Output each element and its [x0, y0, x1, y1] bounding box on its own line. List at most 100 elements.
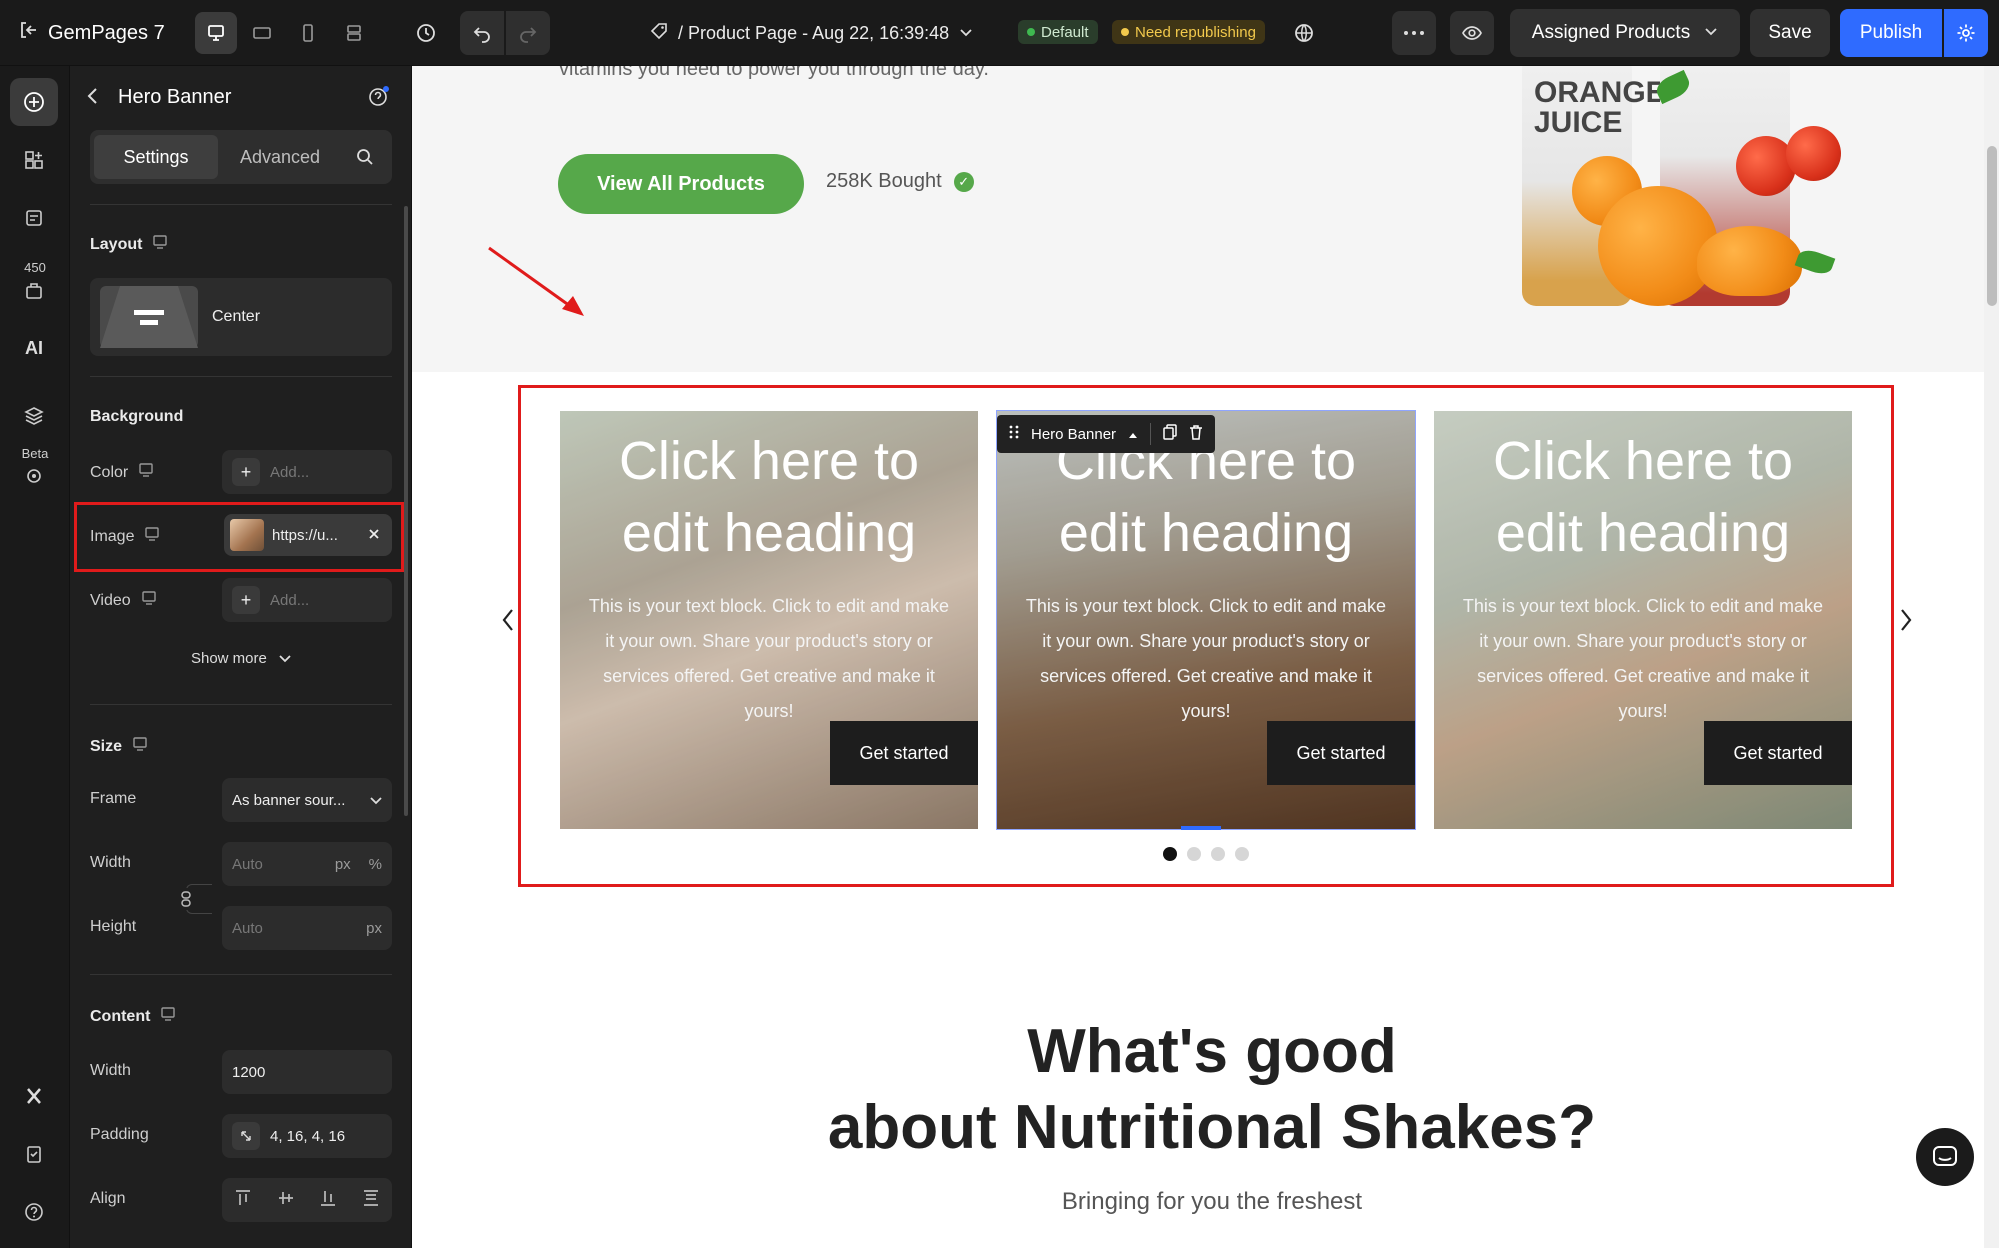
- tag-icon: [650, 22, 668, 45]
- carousel-dot[interactable]: [1187, 847, 1201, 861]
- badge-label: Need republishing: [1135, 23, 1256, 41]
- bought-label: 258K Bought: [826, 170, 942, 192]
- juice-bottle-label: ORANGE JUICE: [1534, 76, 1666, 139]
- delete-trash-icon[interactable]: [1189, 424, 1203, 444]
- tab-settings[interactable]: Settings: [94, 135, 218, 179]
- save-button[interactable]: Save: [1750, 9, 1830, 57]
- height-input[interactable]: Auto px: [222, 906, 392, 950]
- carousel-next-icon[interactable]: [1898, 606, 1914, 642]
- history-icon[interactable]: [404, 11, 448, 55]
- image-thumbnail: [230, 519, 264, 551]
- layout-selector[interactable]: Center: [90, 278, 392, 356]
- unit-px[interactable]: px: [335, 856, 351, 873]
- canvas-scrollbar[interactable]: [1984, 66, 1999, 1248]
- desktop-icon[interactable]: [195, 12, 237, 54]
- tab-advanced[interactable]: Advanced: [218, 135, 342, 179]
- unit-percent[interactable]: %: [369, 856, 382, 873]
- height-label: Height: [90, 918, 137, 935]
- search-icon[interactable]: [342, 148, 388, 166]
- tablet-landscape-icon[interactable]: [241, 12, 283, 54]
- get-started-button[interactable]: Get started: [1704, 721, 1852, 785]
- carousel-dot[interactable]: [1211, 847, 1225, 861]
- hero-banner-slide-2[interactable]: Click here to edit heading This is your …: [996, 410, 1416, 830]
- align-bottom-icon[interactable]: [319, 1189, 337, 1212]
- align-options: [222, 1178, 392, 1222]
- slide-text[interactable]: This is your text block. Click to edit a…: [1021, 589, 1391, 729]
- section-subheading[interactable]: Bringing for you the freshest: [612, 1188, 1812, 1216]
- add-element-icon[interactable]: [10, 78, 58, 126]
- caret-up-icon[interactable]: [1128, 426, 1138, 443]
- slide-heading[interactable]: Click here to edit heading: [1473, 425, 1813, 569]
- get-started-button[interactable]: Get started: [1267, 721, 1415, 785]
- page-title-selector[interactable]: / Product Page - Aug 22, 16:39:48: [650, 18, 973, 48]
- carousel-prev-icon[interactable]: [500, 606, 516, 642]
- drag-handle-icon[interactable]: [1009, 424, 1019, 444]
- x-extension-icon[interactable]: [10, 1072, 58, 1120]
- height-placeholder: Auto: [232, 919, 263, 937]
- align-middle-icon[interactable]: [277, 1189, 295, 1212]
- publish-settings-gear-icon[interactable]: [1944, 9, 1988, 57]
- device-desktop-icon: [138, 462, 154, 483]
- selection-resize-handle[interactable]: [1181, 826, 1221, 830]
- align-top-icon[interactable]: [234, 1189, 252, 1212]
- carousel-dot[interactable]: [1163, 847, 1177, 861]
- redo-icon[interactable]: [506, 11, 550, 55]
- preview-eye-icon[interactable]: [1450, 11, 1494, 55]
- carousel-dot[interactable]: [1235, 847, 1249, 861]
- video-row-label: Video: [90, 590, 157, 611]
- beta-feature-icon[interactable]: [10, 452, 58, 500]
- slide-heading[interactable]: Click here to edit heading: [599, 425, 939, 569]
- close-icon[interactable]: [368, 527, 380, 544]
- panel-scrollbar[interactable]: [404, 206, 408, 816]
- link-icon[interactable]: [176, 888, 196, 910]
- section-heading[interactable]: What's good about Nutritional Shakes?: [612, 1014, 1812, 1166]
- pages-icon[interactable]: [10, 194, 58, 242]
- sections-icon[interactable]: [10, 136, 58, 184]
- help-icon[interactable]: [10, 1188, 58, 1236]
- padding-value: 4, 16, 4, 16: [270, 1127, 346, 1145]
- layers-icon[interactable]: [10, 392, 58, 440]
- padding-label: Padding: [90, 1126, 149, 1143]
- video-add-field[interactable]: + Add...: [222, 578, 392, 622]
- image-url-field[interactable]: https://u...: [224, 514, 392, 556]
- hero-banner-slide-3[interactable]: Click here to edit heading This is your …: [1434, 411, 1852, 829]
- more-options-icon[interactable]: [1392, 11, 1436, 55]
- color-row-label: Color: [90, 462, 154, 483]
- checklist-icon[interactable]: [10, 1130, 58, 1178]
- align-stretch-icon[interactable]: [362, 1189, 380, 1212]
- brand-name: GemPages 7: [48, 21, 165, 44]
- slide-text[interactable]: This is your text block. Click to edit a…: [1458, 589, 1828, 729]
- duplicate-icon[interactable]: [1163, 424, 1177, 444]
- selected-element-name[interactable]: Hero Banner: [1031, 426, 1116, 443]
- color-add-field[interactable]: + Add...: [222, 450, 392, 494]
- color-label: Color: [90, 463, 129, 481]
- back-chevron-icon[interactable]: [86, 86, 100, 112]
- exit-editor-button[interactable]: GemPages 7: [18, 18, 165, 48]
- content-width-input[interactable]: 1200: [222, 1050, 392, 1094]
- section-heading-line-2: about Nutritional Shakes?: [827, 1093, 1597, 1162]
- assigned-products-label: Assigned Products: [1531, 22, 1691, 43]
- responsive-icon[interactable]: [333, 12, 375, 54]
- get-started-button[interactable]: Get started: [830, 721, 978, 785]
- hero-banner-slide-1[interactable]: Click here to edit heading This is your …: [560, 411, 978, 829]
- publish-button[interactable]: Publish: [1840, 9, 1942, 57]
- ai-icon[interactable]: AI: [10, 324, 58, 372]
- language-icon[interactable]: [1282, 11, 1326, 55]
- library-icon[interactable]: [10, 266, 58, 314]
- content-width-label: Width: [90, 1062, 131, 1079]
- left-icon-rail: 450 AI Beta: [0, 66, 70, 1248]
- chat-support-icon[interactable]: [1916, 1128, 1974, 1186]
- padding-input[interactable]: 4, 16, 4, 16: [222, 1114, 392, 1158]
- slide-text[interactable]: This is your text block. Click to edit a…: [584, 589, 954, 729]
- mobile-icon[interactable]: [287, 12, 329, 54]
- orange-slice-image: [1697, 226, 1802, 296]
- width-input[interactable]: Auto px %: [222, 842, 392, 886]
- help-icon[interactable]: [367, 84, 391, 113]
- unit-px[interactable]: px: [366, 920, 382, 937]
- padding-link-icon[interactable]: [232, 1122, 260, 1150]
- canvas-scroll-thumb[interactable]: [1987, 146, 1997, 306]
- assigned-products-dropdown[interactable]: Assigned Products: [1510, 9, 1740, 57]
- undo-icon[interactable]: [460, 11, 504, 55]
- show-more-button[interactable]: Show more: [90, 650, 392, 667]
- frame-select[interactable]: As banner sour...: [222, 778, 392, 822]
